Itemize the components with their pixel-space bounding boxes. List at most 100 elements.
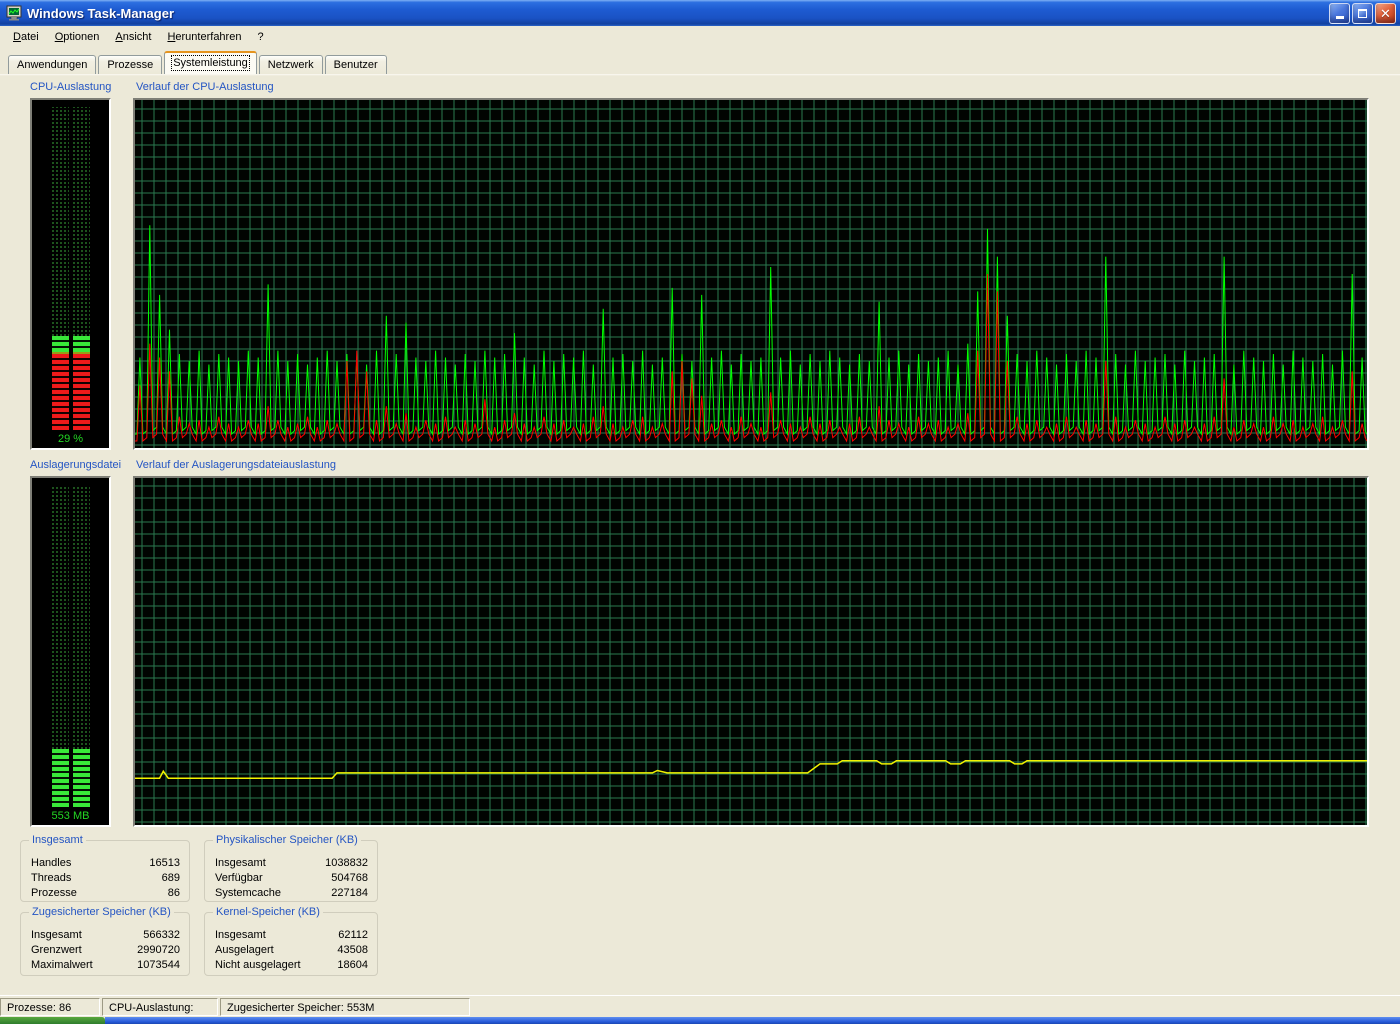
taskbar-strip (105, 1017, 1400, 1024)
close-icon: ✕ (1380, 5, 1391, 21)
kernel-memory-groupbox: Kernel-Speicher (KB) Insgesamt 62112 Ausge… (204, 906, 378, 976)
tab-label: Anwendungen (17, 59, 88, 71)
stat-row: Maximalwert 1073544 (31, 958, 180, 973)
start-button-edge[interactable] (0, 1017, 105, 1024)
pagefile-history-label: Verlauf der Auslagerungsdateiauslastung (136, 459, 336, 471)
cpu-history-chart (135, 100, 1367, 448)
stat-row: Insgesamt 62112 (215, 928, 368, 943)
tab-label: Prozesse (107, 59, 154, 71)
stat-value: 689 (161, 872, 180, 884)
tab-prozesse[interactable]: Prozesse (98, 55, 163, 74)
stat-label: Ausgelagert (215, 944, 274, 956)
stat-value: 1073544 (137, 959, 180, 971)
app-icon (6, 5, 22, 21)
stat-value: 16513 (149, 857, 180, 869)
tab-systemleistung[interactable]: Systemleistung (164, 51, 257, 74)
stat-row: Grenzwert 2990720 (31, 943, 180, 958)
cpu-kernel-lit-segment (51, 352, 69, 430)
pagefile-usage-value: 553 MB (51, 810, 90, 822)
stat-label: Grenzwert (31, 944, 82, 956)
tab-label: Systemleistung (171, 55, 250, 71)
stat-label: Threads (31, 872, 72, 884)
pagefile-lit-segment (72, 749, 90, 807)
pagefile-led-column (72, 485, 90, 807)
stat-label: Maximalwert (31, 959, 93, 971)
status-bar: Prozesse: 86 CPU-Auslastung: 29% Zugesic… (0, 995, 1400, 1024)
stat-value: 43508 (337, 944, 368, 956)
stat-row: Verfügbar 504768 (215, 871, 368, 886)
pagefile-history-chart (135, 478, 1367, 825)
tab-anwendungen[interactable]: Anwendungen (8, 55, 97, 74)
stat-label: Verfügbar (215, 872, 263, 884)
stat-value: 2990720 (137, 944, 180, 956)
stat-row: Insgesamt 566332 (31, 928, 180, 943)
cpu-history-label: Verlauf der CPU-Auslastung (136, 81, 274, 93)
stat-row: Ausgelagert 43508 (215, 943, 368, 958)
menu-optionen[interactable]: Optionen (48, 29, 107, 45)
stat-label: Insgesamt (215, 857, 266, 869)
restore-button[interactable] (1352, 2, 1373, 24)
pagefile-usage-gauge: 553 MB (30, 476, 111, 827)
tab-page-border (0, 74, 1400, 76)
tab-netzwerk[interactable]: Netzwerk (258, 55, 323, 74)
pagefile-gauge-label: Auslagerungsdatei (30, 459, 122, 471)
title-bar: Windows Task-Manager ✕ (0, 0, 1400, 26)
stat-row: Insgesamt 1038832 (215, 856, 368, 871)
status-commit-charge: Zugesicherter Speicher: 553M (220, 997, 470, 1016)
cpu-kernel-lit-segment (72, 352, 90, 430)
stat-label: Handles (31, 857, 72, 869)
tab-strip: Anwendungen Prozesse Systemleistung Netzwer… (0, 51, 1400, 74)
stat-label: Insgesamt (31, 929, 82, 941)
physical-memory-title: Physikalischer Speicher (KB) (213, 834, 361, 846)
cpu-history-graph (133, 98, 1369, 450)
stat-value: 18604 (337, 959, 368, 971)
cpu-usage-value: 29 % (57, 433, 84, 445)
totals-title: Insgesamt (29, 834, 86, 846)
commit-charge-title: Zugesicherter Speicher (KB) (29, 906, 174, 918)
pagefile-history-graph (133, 476, 1369, 827)
physical-memory-groupbox: Physikalischer Speicher (KB) Insgesamt 10… (204, 834, 378, 902)
stat-value: 566332 (143, 929, 180, 941)
stat-row: Threads 689 (31, 871, 180, 886)
menu-bar: Datei Optionen Ansicht Herunterfahren? (0, 26, 1400, 48)
stat-row: Prozesse 86 (31, 886, 180, 901)
stat-label: Insgesamt (215, 929, 266, 941)
minimize-button[interactable] (1329, 2, 1350, 24)
cpu-led-column (72, 107, 90, 430)
status-cpu-usage: CPU-Auslastung: 29% (102, 997, 218, 1024)
stat-value: 227184 (331, 887, 368, 899)
cpu-usage-gauge: 29 % (30, 98, 111, 450)
pagefile-led-column (51, 485, 69, 807)
tab-label: Netzwerk (267, 59, 314, 71)
stat-row: Nicht ausgelagert 18604 (215, 958, 368, 973)
menu-?[interactable]: ? (250, 29, 270, 45)
stat-value: 1038832 (325, 857, 368, 869)
close-button[interactable]: ✕ (1375, 2, 1396, 24)
commit-charge-groupbox: Zugesicherter Speicher (KB) Insgesamt 566… (20, 906, 190, 976)
menu-datei[interactable]: Datei (6, 29, 46, 45)
pagefile-lit-segment (51, 749, 69, 807)
cpu-user-lit-segment (51, 336, 69, 353)
minimize-icon (1335, 16, 1344, 19)
stat-row: Handles 16513 (31, 856, 180, 871)
cpu-led-column (51, 107, 69, 430)
cpu-gauge-label: CPU-Auslastung (30, 81, 112, 93)
stat-value: 504768 (331, 872, 368, 884)
menu-herunterfahren[interactable]: Herunterfahren (160, 29, 248, 45)
stat-label: Systemcache (215, 887, 282, 899)
stat-label: Prozesse (31, 887, 77, 899)
cpu-user-lit-segment (72, 336, 90, 353)
stat-row: Systemcache 227184 (215, 886, 368, 901)
stat-label: Nicht ausgelagert (215, 959, 301, 971)
menu-ansicht[interactable]: Ansicht (108, 29, 158, 45)
status-processes: Prozesse: 86 (0, 997, 100, 1016)
window-title: Windows Task-Manager (27, 5, 174, 21)
totals-groupbox: Insgesamt Handles 16513 Threads 689 Prozesse… (20, 834, 190, 902)
stat-value: 86 (167, 887, 180, 899)
tab-benutzer[interactable]: Benutzer (324, 55, 387, 74)
stat-value: 62112 (338, 929, 368, 941)
kernel-memory-title: Kernel-Speicher (KB) (213, 906, 323, 918)
tab-label: Benutzer (333, 59, 378, 71)
taskbar-edge (0, 1017, 1400, 1024)
restore-icon (1358, 8, 1367, 18)
